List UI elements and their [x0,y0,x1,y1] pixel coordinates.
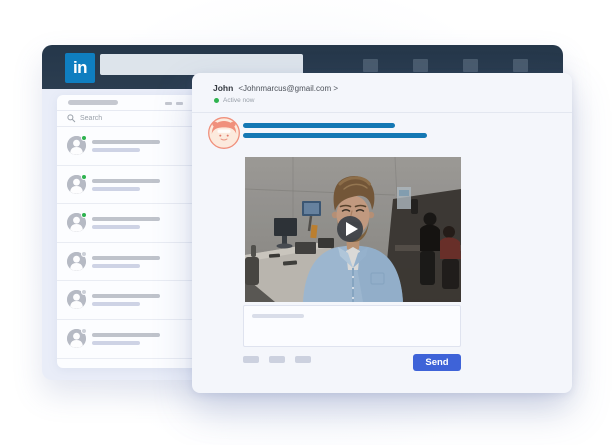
contact-preview-placeholder [92,302,140,306]
composer-tool-placeholder[interactable] [269,356,285,363]
contact-name-placeholder [92,140,160,144]
contact-preview-placeholder [92,264,140,268]
message-text-bar [243,123,395,128]
header-search-placeholder[interactable] [100,54,303,75]
composer-tool-placeholder[interactable] [243,356,259,363]
message-text-bar [243,133,427,138]
nav-item-placeholder[interactable] [413,59,428,72]
contact-preview-placeholder [92,187,140,191]
nav-item-placeholder[interactable] [513,59,528,72]
presence-dot [81,289,87,295]
presence-dot [81,135,87,141]
online-dot [214,98,219,103]
search-icon [67,114,76,123]
video-message[interactable] [245,157,461,302]
linkedin-logo[interactable]: in [65,53,95,83]
presence-dot [81,212,87,218]
status-label: Active now [223,97,254,104]
contact-name-placeholder [92,256,160,260]
nav-item-placeholder[interactable] [463,59,478,72]
header-nav [363,59,528,72]
play-button[interactable] [337,216,363,242]
contact-preview-placeholder [92,341,140,345]
contact-name-placeholder [92,217,160,221]
panel-title-placeholder [68,100,118,105]
send-button[interactable]: Send [413,354,461,371]
contact-preview-placeholder [92,148,140,152]
message-thread-card: John <Johnmarcus@gmail.com > Active now [192,73,572,393]
contact-name-placeholder [92,333,160,337]
illustration-stage: in Search [0,0,616,445]
nav-item-placeholder[interactable] [363,59,378,72]
panel-action-placeholder[interactable] [165,102,172,105]
contact-name-placeholder [92,294,160,298]
contact-preview-placeholder [92,225,140,229]
reply-input[interactable] [243,305,461,347]
reply-placeholder-bar [252,314,304,318]
sender-email: <Johnmarcus@gmail.com > [238,84,338,93]
presence-dot [81,251,87,257]
search-label: Search [80,115,102,122]
presence-dot [81,174,87,180]
contact-name-placeholder [92,179,160,183]
header-divider [192,112,572,113]
sender-row: John <Johnmarcus@gmail.com > [213,83,338,93]
presence-dot [81,328,87,334]
composer-tool-placeholder[interactable] [295,356,311,363]
status-row: Active now [214,97,254,104]
sender-name: John [213,83,233,93]
panel-action-placeholder[interactable] [176,102,183,105]
sender-avatar [208,117,240,149]
